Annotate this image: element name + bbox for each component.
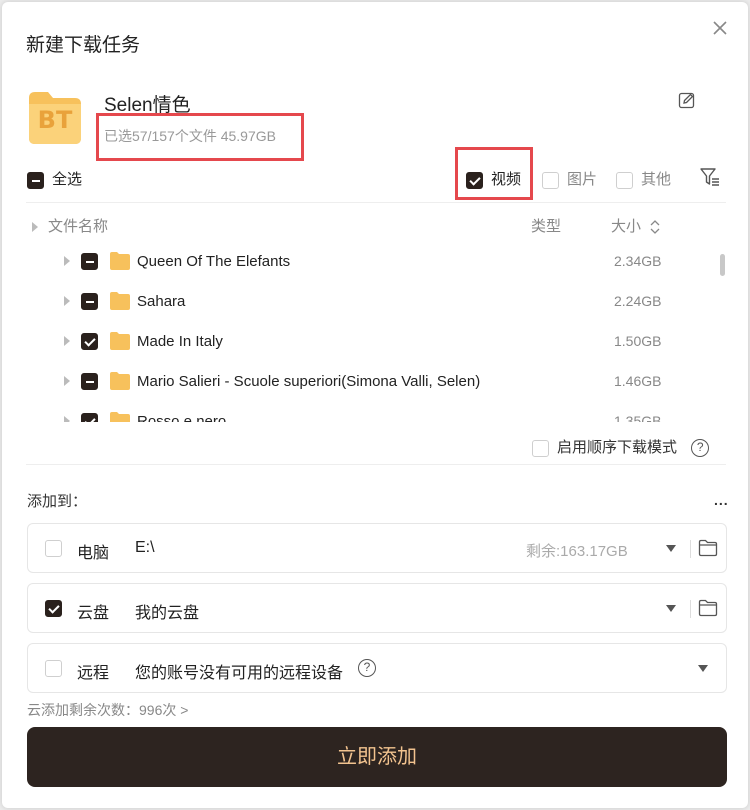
table-row[interactable]: Rosso e nero 1.35GB <box>26 402 706 422</box>
dest-cloud-checkbox[interactable] <box>45 600 62 617</box>
expand-icon[interactable] <box>64 416 70 422</box>
row-size: 2.34GB <box>614 253 662 269</box>
folder-icon <box>110 292 130 310</box>
select-all[interactable]: 全选 <box>27 168 82 189</box>
folder-icon <box>110 252 130 270</box>
remote-help-icon[interactable]: ? <box>358 659 376 677</box>
row-checkbox[interactable] <box>81 413 98 422</box>
divider <box>26 202 726 203</box>
chevron-down-icon[interactable] <box>666 545 676 552</box>
separator <box>690 540 691 558</box>
dialog-title: 新建下载任务 <box>26 35 141 56</box>
help-icon[interactable]: ? <box>691 439 710 458</box>
col-type-label[interactable]: 类型 <box>531 215 561 236</box>
dest-computer[interactable]: 电脑 E:\ 剩余:163.17GB <box>27 523 727 573</box>
row-name: Rosso e nero <box>137 413 227 422</box>
folder-icon <box>110 332 130 350</box>
table-row[interactable]: Mario Salieri - Scuole superiori(Simona … <box>26 362 706 402</box>
bt-folder-icon: BT <box>26 88 84 146</box>
filter-other[interactable]: 其他 <box>616 168 671 189</box>
row-name: Queen Of The Elefants <box>137 253 291 270</box>
bt-label: BT <box>37 106 73 134</box>
sequential-download-option[interactable]: 启用顺序下载模式 ? <box>532 436 710 458</box>
cloud-quota-link[interactable]: 云添加剩余次数：996次 > <box>27 700 188 720</box>
expand-icon[interactable] <box>64 336 70 346</box>
chevron-down-icon[interactable] <box>698 665 708 672</box>
separator <box>690 600 691 618</box>
sequential-checkbox[interactable] <box>532 439 549 457</box>
table-header-name[interactable]: 文件名称 <box>32 215 108 236</box>
close-icon[interactable] <box>708 16 732 40</box>
file-list[interactable]: Queen Of The Elefants 2.34GB Sahara 2.24… <box>26 242 706 422</box>
expand-icon[interactable] <box>64 256 70 266</box>
dest-computer-path[interactable]: E:\ <box>135 539 155 557</box>
row-checkbox[interactable] <box>81 293 98 310</box>
dest-computer-remaining: 剩余:163.17GB <box>526 543 628 560</box>
filter-image-checkbox[interactable] <box>542 171 559 189</box>
expand-all-icon[interactable] <box>32 222 38 233</box>
list-scrollbar[interactable] <box>720 254 725 276</box>
dest-remote-checkbox[interactable] <box>45 660 62 677</box>
col-size-label: 大小 <box>611 218 642 235</box>
more-options-button[interactable]: ... <box>714 492 729 508</box>
filter-funnel-icon[interactable] <box>699 166 721 188</box>
dest-computer-checkbox[interactable] <box>45 540 62 557</box>
add-to-label: 添加到： <box>27 493 88 510</box>
dest-computer-label: 电脑 <box>77 545 110 562</box>
dest-remote-path: 您的账号没有可用的远程设备 <box>135 665 344 682</box>
open-folder-icon[interactable] <box>698 539 718 557</box>
dest-remote-label: 远程 <box>77 665 110 682</box>
select-all-label: 全选 <box>52 171 83 188</box>
row-checkbox[interactable] <box>81 253 98 270</box>
row-checkbox[interactable] <box>81 333 98 350</box>
folder-icon <box>110 412 130 422</box>
row-size: 1.46GB <box>614 373 662 389</box>
folder-icon <box>110 372 130 390</box>
filter-other-checkbox[interactable] <box>616 171 633 189</box>
col-name-label: 文件名称 <box>48 218 109 235</box>
expand-icon[interactable] <box>64 296 70 306</box>
sequential-label: 启用顺序下载模式 <box>557 439 678 456</box>
row-size: 2.24GB <box>614 293 662 309</box>
open-folder-icon[interactable] <box>698 599 718 617</box>
add-now-button[interactable]: 立即添加 <box>27 727 727 787</box>
divider <box>26 464 726 465</box>
summary-highlight <box>96 113 304 161</box>
dest-cloud[interactable]: 云盘 我的云盘 <box>27 583 727 633</box>
dest-cloud-path[interactable]: 我的云盘 <box>135 599 199 623</box>
table-row[interactable]: Made In Italy 1.50GB <box>26 322 706 362</box>
select-all-checkbox[interactable] <box>27 171 44 189</box>
expand-icon[interactable] <box>64 376 70 386</box>
dest-remote[interactable]: 远程 您的账号没有可用的远程设备 ? <box>27 643 727 693</box>
row-size: 1.50GB <box>614 333 662 349</box>
chevron-down-icon[interactable] <box>666 605 676 612</box>
table-row[interactable]: Sahara 2.24GB <box>26 282 706 322</box>
row-name: Made In Italy <box>137 333 223 350</box>
filter-image[interactable]: 图片 <box>542 168 597 189</box>
new-download-dialog: 新建下载任务 BT Selen情色 已选57/157个文件 45.97GB 全选… <box>2 2 748 808</box>
filter-image-label: 图片 <box>567 171 598 188</box>
dest-cloud-label: 云盘 <box>77 605 110 622</box>
row-size: 1.35GB <box>614 413 662 422</box>
sort-icon[interactable] <box>649 218 661 236</box>
table-header-size[interactable]: 大小 <box>611 215 661 236</box>
filter-other-label: 其他 <box>641 171 672 188</box>
edit-icon[interactable] <box>678 91 696 109</box>
video-filter-highlight <box>455 147 533 200</box>
row-checkbox[interactable] <box>81 373 98 390</box>
row-name: Sahara <box>137 293 186 310</box>
row-name: Mario Salieri - Scuole superiori(Simona … <box>137 373 481 390</box>
table-row[interactable]: Queen Of The Elefants 2.34GB <box>26 242 706 282</box>
